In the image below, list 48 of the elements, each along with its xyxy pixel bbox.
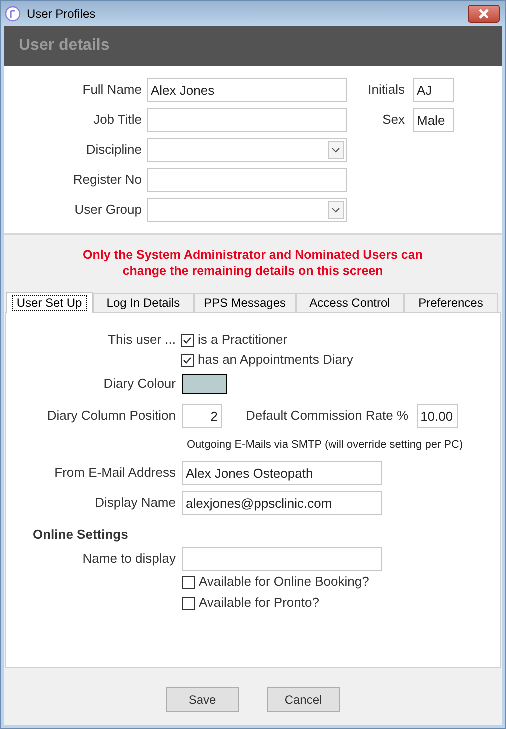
checkbox-label: Available for Online Booking? (199, 573, 370, 592)
field-label: Discipline (85, 141, 142, 160)
field-label: Default Commission Rate % (246, 407, 409, 426)
field-label: Sex (382, 111, 405, 130)
colour-swatch[interactable] (182, 374, 227, 394)
checkbox-label: Available for Pronto? (199, 594, 320, 612)
dialog-button[interactable]: Cancel (267, 687, 340, 712)
tab[interactable]: Access Control (296, 293, 404, 312)
dialog-button[interactable]: Save (166, 687, 239, 712)
field-label: Initials (367, 81, 405, 100)
close-button[interactable] (468, 4, 500, 22)
field-label: Display Name (94, 494, 176, 512)
permission-notice: Only the System Administrator and Nominated Users can change the remaining details on this screen (82, 247, 424, 279)
input-field[interactable]: alexjones@ppsclinic.com (182, 491, 382, 515)
tab[interactable]: Preferences (404, 293, 498, 312)
section-title: Online Settings (33, 526, 128, 544)
checkbox[interactable] (182, 576, 195, 588)
field-label: Job Title (92, 111, 142, 130)
field-label: User Group (74, 201, 142, 220)
tab[interactable]: PPS Messages (194, 293, 296, 312)
checkbox-label: has an Appointments Diary (198, 351, 354, 370)
app-logo-icon (5, 6, 21, 22)
field-label: Name to display (82, 550, 176, 568)
field-label: Full Name (82, 81, 142, 100)
checkbox[interactable] (181, 334, 194, 346)
checkbox[interactable] (181, 354, 194, 366)
field-label: From E-Mail Address (54, 464, 176, 482)
input-field[interactable]: Alex Jones Osteopath (182, 461, 382, 485)
tab[interactable]: Log In Details (93, 293, 194, 312)
checkbox[interactable] (182, 596, 195, 610)
checkbox-label: is a Practitioner (198, 331, 288, 350)
field-label: Diary Colour (102, 375, 176, 394)
input-field[interactable]: 10.00 (416, 404, 458, 428)
section-header: User details (19, 36, 110, 56)
tab[interactable]: User Set Up (6, 292, 93, 313)
field-label: Register No (72, 171, 142, 190)
input-field[interactable]: Male (413, 108, 454, 132)
input-field[interactable] (147, 168, 347, 192)
input-field[interactable] (182, 547, 382, 571)
input-field[interactable]: AJ (413, 78, 454, 102)
field-label: Diary Column Position (46, 407, 176, 426)
input-field[interactable] (147, 108, 347, 132)
input-field[interactable]: 2 (182, 404, 222, 428)
smtp-note: Outgoing E-Mails via SMTP (will override setting per PC) (187, 438, 464, 453)
input-field[interactable]: Alex Jones (147, 78, 347, 102)
field-label: This user ... (107, 331, 176, 350)
close-icon (478, 8, 490, 18)
window-title: User Profiles (27, 6, 96, 22)
